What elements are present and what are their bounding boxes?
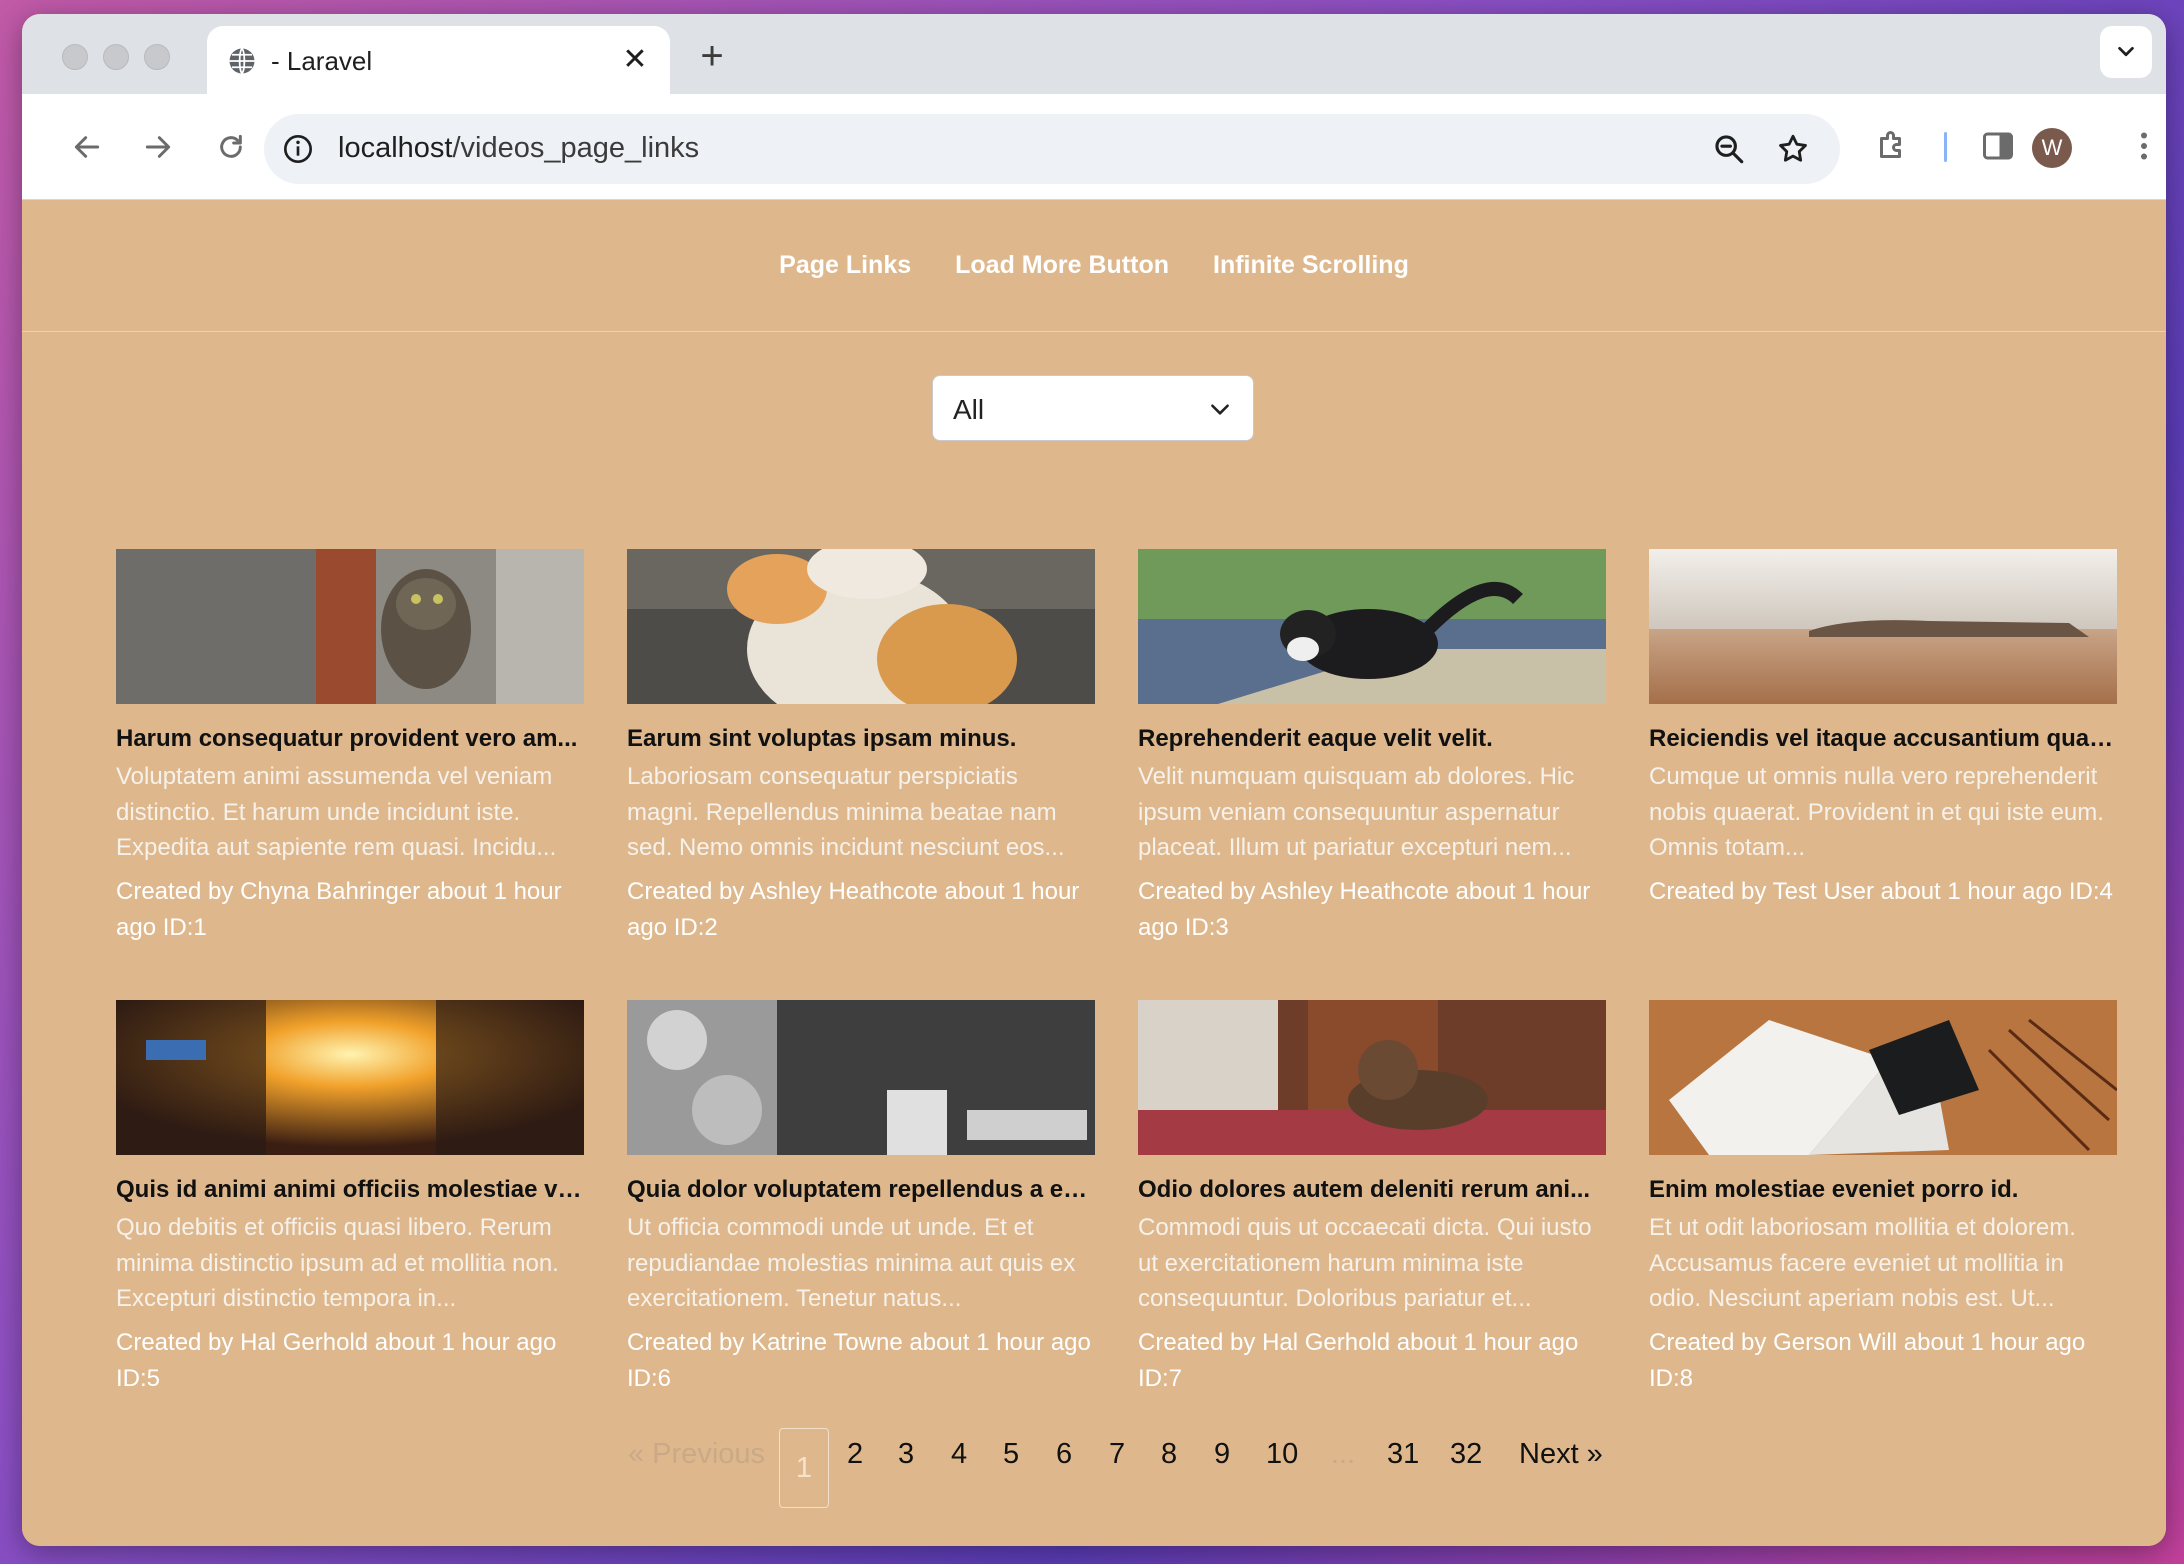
card-meta: Created by Chyna Bahringer about 1 hour … xyxy=(116,878,562,941)
video-thumbnail[interactable] xyxy=(1138,549,1606,704)
arrow-right-icon xyxy=(145,136,171,158)
video-card[interactable]: Earum sint voluptas ipsam minus. Laborio… xyxy=(627,549,1095,946)
more-options-icon[interactable] xyxy=(2126,128,2162,164)
card-description: Laboriosam consequatur perspiciatis magn… xyxy=(627,763,1065,861)
card-title[interactable]: Odio dolores autem deleniti rerum ani... xyxy=(1138,1175,1606,1205)
side-panel-icon[interactable] xyxy=(1980,128,2016,164)
card-description: Cumque ut omnis nulla vero reprehenderit… xyxy=(1649,763,2104,861)
nav-link-load-more-button[interactable]: Load More Button xyxy=(955,251,1169,280)
arrow-left-icon xyxy=(74,136,100,158)
close-window-button[interactable] xyxy=(62,44,88,70)
nav-link-infinite-scrolling[interactable]: Infinite Scrolling xyxy=(1213,251,1409,280)
video-card[interactable]: Quis id animi animi officiis molestiae v… xyxy=(116,1000,584,1397)
chevron-down-icon xyxy=(1211,404,1229,415)
tab-search-button[interactable] xyxy=(2100,26,2152,78)
video-thumbnail[interactable] xyxy=(627,549,1095,704)
browser-toolbar: localhost/videos_page_links W xyxy=(22,94,2166,200)
pagination-page-5[interactable]: 5 xyxy=(1003,1438,1019,1471)
card-meta: Created by Hal Gerhold about 1 hour ago … xyxy=(1138,1329,1579,1392)
browser-tab[interactable]: - Laravel ✕ xyxy=(207,26,670,94)
toolbar-divider xyxy=(1944,132,1947,162)
back-button[interactable] xyxy=(66,126,108,168)
close-tab-icon[interactable]: ✕ xyxy=(618,42,652,76)
pagination-page-6[interactable]: 6 xyxy=(1056,1438,1072,1471)
pagination-page-2[interactable]: 2 xyxy=(847,1438,863,1471)
pagination-page-8[interactable]: 8 xyxy=(1161,1438,1177,1471)
card-meta: Created by Gerson Will about 1 hour ago … xyxy=(1649,1329,2086,1392)
pagination-page-4[interactable]: 4 xyxy=(951,1438,967,1471)
card-description: Quo debitis et officiis quasi libero. Re… xyxy=(116,1214,559,1312)
pagination: « Previous 1 2 3 4 5 6 7 8 9 10 ... 31 3… xyxy=(22,1428,2166,1508)
forward-button[interactable] xyxy=(137,126,179,168)
pagination-page-3[interactable]: 3 xyxy=(898,1438,914,1471)
video-thumbnail[interactable] xyxy=(1138,1000,1606,1155)
video-thumbnail[interactable] xyxy=(1649,1000,2117,1155)
reload-icon xyxy=(220,134,242,158)
video-thumbnail[interactable] xyxy=(116,549,584,704)
nav-link-page-links[interactable]: Page Links xyxy=(779,251,911,280)
minimize-window-button[interactable] xyxy=(103,44,129,70)
url-path: /videos_page_links xyxy=(452,132,700,164)
address-bar[interactable]: localhost/videos_page_links xyxy=(264,114,1840,184)
video-thumbnail[interactable] xyxy=(627,1000,1095,1155)
card-title[interactable]: Quia dolor voluptatem repellendus a ex..… xyxy=(627,1175,1095,1205)
card-description: Velit numquam quisquam ab dolores. Hic i… xyxy=(1138,763,1575,861)
zoom-icon[interactable] xyxy=(1712,132,1746,166)
pagination-page-31[interactable]: 31 xyxy=(1387,1438,1419,1471)
video-card[interactable]: Odio dolores autem deleniti rerum ani...… xyxy=(1138,1000,1606,1397)
card-meta: Created by Katrine Towne about 1 hour ag… xyxy=(627,1329,1091,1392)
tab-strip: - Laravel ✕ + xyxy=(22,14,2166,94)
info-icon[interactable] xyxy=(282,133,314,165)
card-meta: Created by Hal Gerhold about 1 hour ago … xyxy=(116,1329,557,1392)
reload-button[interactable] xyxy=(210,126,252,168)
video-card[interactable]: Reiciendis vel itaque accusantium quas .… xyxy=(1649,549,2117,910)
window-controls xyxy=(62,44,170,70)
url-host: localhost xyxy=(338,132,453,164)
card-meta: Created by Test User about 1 hour ago ID… xyxy=(1649,878,2113,905)
pagination-page-10[interactable]: 10 xyxy=(1266,1438,1298,1471)
maximize-window-button[interactable] xyxy=(144,44,170,70)
bookmark-star-icon[interactable] xyxy=(1776,132,1810,166)
video-thumbnail[interactable] xyxy=(1649,549,2117,704)
pagination-ellipsis: ... xyxy=(1331,1438,1356,1470)
card-title[interactable]: Reiciendis vel itaque accusantium quas .… xyxy=(1649,724,2117,754)
card-meta: Created by Ashley Heathcote about 1 hour… xyxy=(627,878,1080,941)
card-title[interactable]: Reprehenderit eaque velit velit. xyxy=(1138,724,1606,754)
card-meta: Created by Ashley Heathcote about 1 hour… xyxy=(1138,878,1591,941)
chevron-down-icon xyxy=(2118,46,2134,57)
top-navigation: Page Links Load More Button Infinite Scr… xyxy=(22,200,2166,332)
card-description: Voluptatem animi assumenda vel veniam di… xyxy=(116,763,557,861)
pagination-page-9[interactable]: 9 xyxy=(1214,1438,1230,1471)
new-tab-button[interactable]: + xyxy=(692,34,732,78)
video-card[interactable]: Quia dolor voluptatem repellendus a ex..… xyxy=(627,1000,1095,1397)
card-title[interactable]: Quis id animi animi officiis molestiae v… xyxy=(116,1175,584,1205)
category-filter-select[interactable]: All xyxy=(932,375,1254,441)
pagination-page-7[interactable]: 7 xyxy=(1109,1438,1125,1471)
pagination-page-32[interactable]: 32 xyxy=(1450,1438,1482,1471)
globe-icon xyxy=(229,47,255,75)
video-card[interactable]: Enim molestiae eveniet porro id. Et ut o… xyxy=(1649,1000,2117,1397)
tab-title: - Laravel xyxy=(271,46,373,76)
pagination-previous: « Previous xyxy=(628,1438,766,1470)
card-description: Commodi quis ut occaecati dicta. Qui ius… xyxy=(1138,1214,1592,1312)
pagination-next[interactable]: Next » xyxy=(1519,1438,1603,1471)
url-text[interactable]: localhost/videos_page_links xyxy=(338,132,699,165)
profile-avatar[interactable]: W xyxy=(2032,128,2072,168)
page-content: Page Links Load More Button Infinite Scr… xyxy=(22,200,2166,1546)
extensions-icon[interactable] xyxy=(1874,128,1910,164)
card-description: Et ut odit laboriosam mollitia et dolore… xyxy=(1649,1214,2076,1312)
card-title[interactable]: Earum sint voluptas ipsam minus. xyxy=(627,724,1095,754)
filter-selected-value: All xyxy=(953,394,985,425)
pagination-page-current: 1 xyxy=(779,1428,829,1508)
card-title[interactable]: Enim molestiae eveniet porro id. xyxy=(1649,1175,2117,1205)
card-title[interactable]: Harum consequatur provident vero am... xyxy=(116,724,584,754)
video-card[interactable]: Reprehenderit eaque velit velit. Velit n… xyxy=(1138,549,1606,946)
browser-window: - Laravel ✕ + localhost/videos_page_link… xyxy=(22,14,2166,1546)
video-card[interactable]: Harum consequatur provident vero am... V… xyxy=(116,549,584,946)
video-thumbnail[interactable] xyxy=(116,1000,584,1155)
card-description: Ut officia commodi unde ut unde. Et et r… xyxy=(627,1214,1076,1312)
